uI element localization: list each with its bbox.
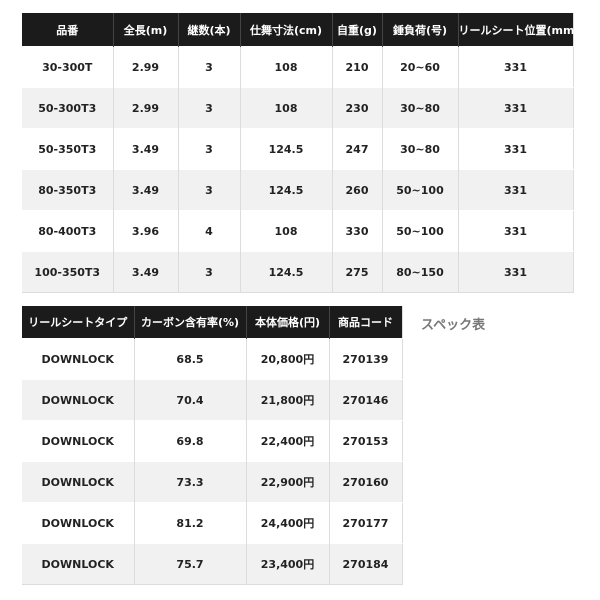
header-cell: リールシートタイプ [22, 306, 134, 339]
cell-carbon-content: 75.7 [133, 543, 246, 585]
cell-carbon-content: 69.8 [133, 420, 246, 462]
cell-product-code: 270184 [328, 543, 402, 585]
cell-length: 3.49 [112, 251, 178, 293]
cell-weight: 330 [331, 210, 382, 252]
table-header-row: 品番 全長(m) 継数(本) 仕舞寸法(cm) 自重(g) 錘負荷(号) リール… [22, 13, 579, 47]
cell-length: 3.49 [112, 128, 178, 170]
cell-reel-seat-type: DOWNLOCK [22, 461, 134, 503]
cell-product-code: 270177 [328, 502, 402, 544]
cell-closed-length: 124.5 [239, 251, 332, 293]
cell-length: 3.49 [112, 169, 178, 211]
cell-sinker-load: 20~60 [381, 46, 458, 88]
cell-price: 23,400円 [245, 543, 329, 585]
table-row: 80-400T3 3.96 4 108 330 50~100 331 [22, 210, 573, 252]
cell-product-number: 50-300T3 [22, 87, 113, 129]
cell-reel-seat-position: 331 [457, 251, 573, 293]
header-cell: 錘負荷(号) [381, 13, 458, 47]
cell-closed-length: 124.5 [239, 128, 332, 170]
table-row: DOWNLOCK 81.2 24,400円 270177 [22, 502, 402, 544]
cell-product-code: 270146 [328, 379, 402, 421]
cell-reel-seat-type: DOWNLOCK [22, 338, 134, 380]
cell-sinker-load: 50~100 [381, 169, 458, 211]
cell-reel-seat-position: 331 [457, 169, 573, 211]
table-row: DOWNLOCK 75.7 23,400円 270184 [22, 543, 402, 585]
cell-carbon-content: 81.2 [133, 502, 246, 544]
cell-price: 22,900円 [245, 461, 329, 503]
cell-product-number: 80-400T3 [22, 210, 113, 252]
cell-reel-seat-type: DOWNLOCK [22, 379, 134, 421]
cell-price: 22,400円 [245, 420, 329, 462]
table-row: 100-350T3 3.49 3 124.5 275 80~150 331 [22, 251, 573, 293]
cell-weight: 275 [331, 251, 382, 293]
cell-sections: 3 [177, 169, 240, 211]
cell-sections: 3 [177, 128, 240, 170]
table-header-row: リールシートタイプ カーボン含有率(%) 本体価格(円) 商品コード [22, 306, 402, 339]
cell-product-code: 270139 [328, 338, 402, 380]
cell-length: 2.99 [112, 87, 178, 129]
cell-product-code: 270153 [328, 420, 402, 462]
table-row: 30-300T 2.99 3 108 210 20~60 331 [22, 46, 573, 88]
cell-sinker-load: 30~80 [381, 87, 458, 129]
header-cell: カーボン含有率(%) [133, 306, 246, 339]
cell-product-code: 270160 [328, 461, 402, 503]
header-cell: 仕舞寸法(cm) [239, 13, 332, 47]
header-cell: 全長(m) [112, 13, 178, 47]
cell-weight: 210 [331, 46, 382, 88]
cell-sinker-load: 80~150 [381, 251, 458, 293]
cell-carbon-content: 70.4 [133, 379, 246, 421]
cell-sections: 3 [177, 46, 240, 88]
cell-product-number: 50-350T3 [22, 128, 113, 170]
cell-reel-seat-position: 331 [457, 128, 573, 170]
header-cell: 品番 [22, 13, 113, 47]
cell-sinker-load: 50~100 [381, 210, 458, 252]
cell-carbon-content: 68.5 [133, 338, 246, 380]
header-cell: リールシート位置(mm) [457, 13, 579, 47]
cell-price: 21,800円 [245, 379, 329, 421]
cell-reel-seat-type: DOWNLOCK [22, 420, 134, 462]
cell-price: 20,800円 [245, 338, 329, 380]
cell-carbon-content: 73.3 [133, 461, 246, 503]
spec-table-caption: スペック表 [421, 318, 486, 333]
table-row: 80-350T3 3.49 3 124.5 260 50~100 331 [22, 169, 573, 211]
header-cell: 商品コード [328, 306, 402, 339]
cell-length: 3.96 [112, 210, 178, 252]
cell-closed-length: 108 [239, 87, 332, 129]
cell-product-number: 100-350T3 [22, 251, 113, 293]
cell-reel-seat-position: 331 [457, 46, 573, 88]
cell-reel-seat-type: DOWNLOCK [22, 502, 134, 544]
cell-reel-seat-position: 331 [457, 87, 573, 129]
cell-closed-length: 108 [239, 210, 332, 252]
spec-table-main: 品番 全長(m) 継数(本) 仕舞寸法(cm) 自重(g) 錘負荷(号) リール… [22, 13, 579, 293]
cell-closed-length: 108 [239, 46, 332, 88]
cell-weight: 260 [331, 169, 382, 211]
cell-weight: 230 [331, 87, 382, 129]
table-row: DOWNLOCK 69.8 22,400円 270153 [22, 420, 402, 462]
table-row: 50-350T3 3.49 3 124.5 247 30~80 331 [22, 128, 573, 170]
cell-product-number: 80-350T3 [22, 169, 113, 211]
cell-closed-length: 124.5 [239, 169, 332, 211]
table-row: DOWNLOCK 73.3 22,900円 270160 [22, 461, 402, 503]
table-row: 50-300T3 2.99 3 108 230 30~80 331 [22, 87, 573, 129]
cell-reel-seat-type: DOWNLOCK [22, 543, 134, 585]
cell-weight: 247 [331, 128, 382, 170]
cell-sections: 3 [177, 251, 240, 293]
cell-reel-seat-position: 331 [457, 210, 573, 252]
header-cell: 継数(本) [177, 13, 240, 47]
spec-table-secondary: リールシートタイプ カーボン含有率(%) 本体価格(円) 商品コード DOWNL… [22, 306, 403, 585]
cell-sections: 4 [177, 210, 240, 252]
cell-length: 2.99 [112, 46, 178, 88]
cell-product-number: 30-300T [22, 46, 113, 88]
header-cell: 本体価格(円) [245, 306, 329, 339]
header-cell: 自重(g) [331, 13, 382, 47]
table-row: DOWNLOCK 68.5 20,800円 270139 [22, 338, 402, 380]
table-row: DOWNLOCK 70.4 21,800円 270146 [22, 379, 402, 421]
cell-price: 24,400円 [245, 502, 329, 544]
cell-sinker-load: 30~80 [381, 128, 458, 170]
cell-sections: 3 [177, 87, 240, 129]
